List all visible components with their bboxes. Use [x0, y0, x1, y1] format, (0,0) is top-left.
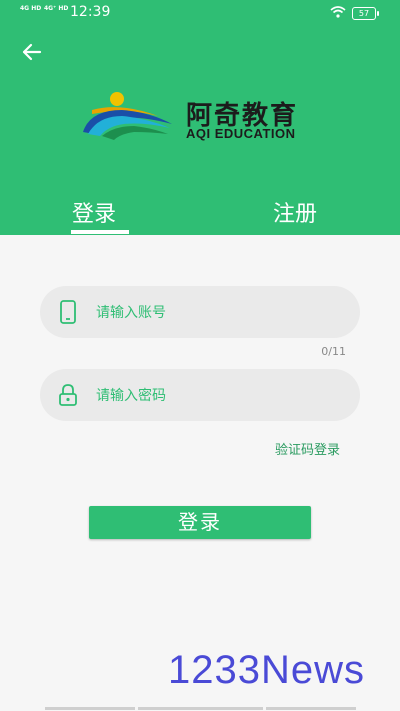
back-arrow-icon [22, 43, 42, 61]
bottom-divider-segment [266, 707, 356, 710]
wifi-icon [330, 6, 346, 18]
brand-logo-icon [83, 92, 172, 140]
status-bar: 4G HD 4G⁺ HD 12:39 57 [0, 0, 400, 26]
signal-indicator-2: 4G⁺ HD [44, 5, 69, 12]
bottom-divider [0, 707, 400, 711]
account-field [40, 286, 360, 338]
signal-indicator-1: 4G HD [20, 5, 42, 12]
header: 4G HD 4G⁺ HD 12:39 57 阿奇教育 AQI EDUCATION… [0, 0, 400, 235]
tab-register[interactable]: 注册 [273, 196, 317, 228]
login-button[interactable]: 登录 [89, 506, 311, 539]
password-field [40, 369, 360, 421]
brand-name-english: AQI EDUCATION [186, 126, 296, 141]
bottom-divider-segment [45, 707, 135, 710]
back-button[interactable] [18, 38, 46, 66]
active-tab-indicator [71, 230, 129, 234]
battery-icon: 57 [352, 7, 379, 20]
sms-code-login-link[interactable]: 验证码登录 [275, 439, 340, 458]
lock-icon [59, 384, 77, 406]
status-time: 12:39 [70, 4, 111, 20]
tab-login[interactable]: 登录 [72, 196, 116, 228]
account-char-counter: 0/11 [321, 345, 346, 358]
watermark: 1233News [168, 648, 366, 692]
phone-icon [60, 300, 76, 324]
battery-level: 57 [358, 9, 370, 18]
account-input[interactable] [94, 298, 348, 328]
password-input[interactable] [94, 381, 348, 411]
bottom-divider-segment [138, 707, 263, 710]
